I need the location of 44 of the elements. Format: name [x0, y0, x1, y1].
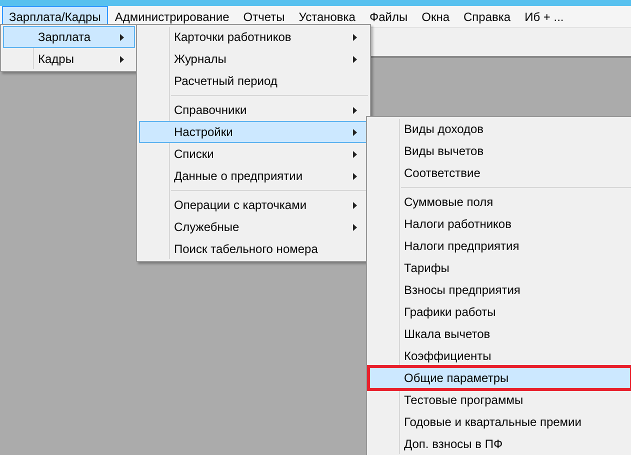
menu-item[interactable]: Общие параметры — [369, 367, 631, 389]
submenu-arrow-icon — [353, 150, 357, 158]
menu-item[interactable]: Зарплата — [3, 26, 135, 48]
submenu-arrow-icon — [353, 202, 357, 208]
menu-item[interactable]: Налоги работников — [369, 213, 631, 235]
menu-bar-item[interactable]: Окна — [414, 6, 457, 27]
menu-item[interactable]: Шкала вычетов — [369, 323, 631, 345]
menu-item[interactable]: Настройки — [139, 121, 368, 143]
menu-item[interactable]: Виды доходов — [369, 118, 631, 140]
submenu-arrow-icon — [120, 34, 124, 40]
menu-item[interactable]: Тестовые программы — [369, 389, 631, 411]
menu-item[interactable]: Суммовые поля — [369, 191, 631, 213]
menu-item[interactable]: Кадры — [3, 48, 135, 70]
menu-bar-item[interactable]: Иб + ... — [518, 6, 571, 27]
menu-item[interactable]: Списки — [139, 143, 368, 165]
menu-item[interactable]: Поиск табельного номера — [139, 238, 368, 260]
menu-bar-item[interactable]: Установка — [292, 6, 362, 27]
menu-item[interactable]: Служебные — [139, 216, 368, 238]
submenu-arrow-icon — [120, 56, 124, 62]
menu-item[interactable]: Журналы — [139, 48, 368, 70]
menu-item[interactable]: Налоги предприятия — [369, 235, 631, 257]
submenu-arrow-icon — [353, 106, 357, 114]
menu-item[interactable]: Справочники — [139, 99, 368, 121]
menu-bar-item[interactable]: Файлы — [362, 6, 415, 27]
menu-item[interactable]: Карточки работников — [139, 26, 368, 48]
menu-bar-item[interactable]: Отчеты — [236, 6, 292, 27]
menu-item[interactable]: Коэффициенты — [369, 345, 631, 367]
menu-bar-item[interactable]: Администрирование — [108, 6, 236, 27]
menu-item[interactable]: Тарифы — [369, 257, 631, 279]
menu-item[interactable]: Расчетный период — [139, 70, 368, 92]
menu-item[interactable]: Графики работы — [369, 301, 631, 323]
submenu-arrow-icon — [353, 224, 357, 230]
menu-item[interactable]: Виды вычетов — [369, 140, 631, 162]
menu-item[interactable]: Соответствие — [369, 162, 631, 184]
submenu-arrow-icon — [353, 172, 357, 180]
submenu-arrow-icon — [353, 34, 357, 40]
menu-item[interactable]: Взносы предприятия — [369, 279, 631, 301]
menu-item[interactable]: Операции с карточками — [139, 194, 368, 216]
menu-item[interactable]: Годовые и квартальные премии — [369, 411, 631, 433]
menu-item[interactable]: Данные о предприятии — [139, 165, 368, 187]
menu-item[interactable]: Доп. взносы в ПФ — [369, 433, 631, 455]
submenu-arrow-icon — [353, 128, 357, 136]
menu-bar-item[interactable]: Справка — [456, 6, 518, 27]
submenu-arrow-icon — [353, 56, 357, 62]
